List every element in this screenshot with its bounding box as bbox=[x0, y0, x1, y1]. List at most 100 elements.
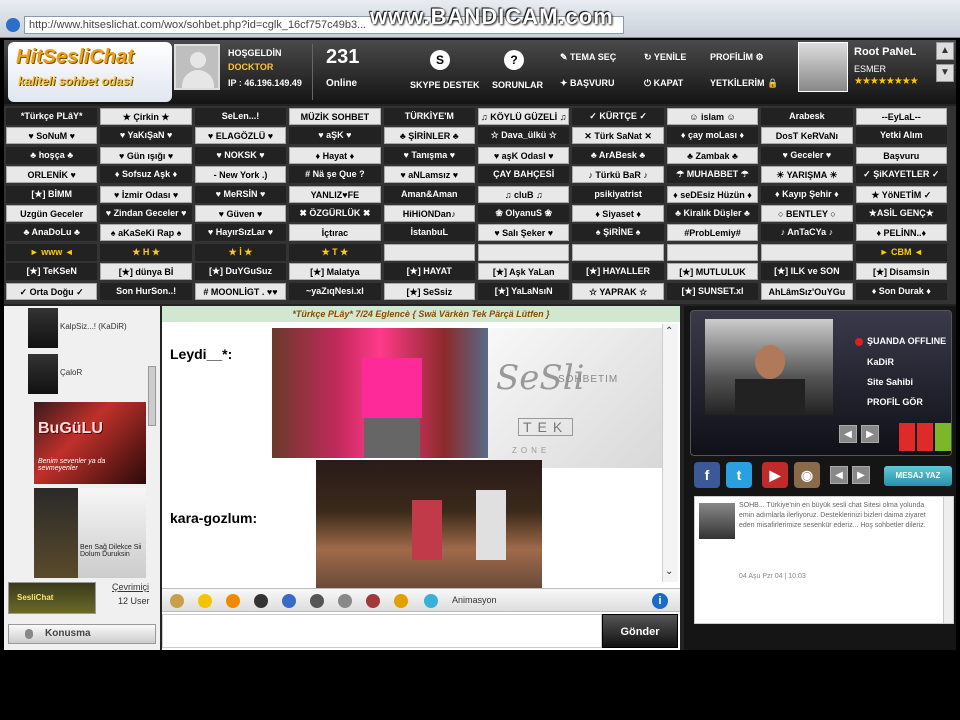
camera-icon[interactable] bbox=[310, 594, 324, 608]
talk-button[interactable]: Konusma bbox=[8, 624, 156, 644]
room-button[interactable]: [★] YaLaNsıN bbox=[478, 282, 570, 300]
room-button[interactable]: ♦ Hayat ♦ bbox=[289, 146, 381, 164]
message-author[interactable]: kara-gozlum: bbox=[170, 510, 257, 526]
room-button[interactable]: Arabesk bbox=[761, 108, 853, 125]
room-button[interactable]: ♥ Geceler ♥ bbox=[761, 146, 853, 164]
room-button[interactable]: - New York .) bbox=[194, 166, 287, 184]
room-button[interactable]: AhLâmSız'OuYGu bbox=[761, 282, 853, 300]
room-button[interactable]: [★] TeKSeN bbox=[6, 263, 98, 281]
room-button[interactable]: İçtırac bbox=[289, 224, 381, 242]
room-button[interactable]: ♥ NOKSK ♥ bbox=[194, 146, 287, 164]
info-icon[interactable]: i bbox=[652, 593, 668, 609]
room-button[interactable]: [★] HAYAT bbox=[383, 263, 475, 281]
room-button[interactable]: ♠ ŞiRİNE ♠ bbox=[572, 224, 664, 242]
user-item[interactable]: ÇaloR bbox=[8, 354, 148, 394]
game-icon[interactable] bbox=[254, 594, 268, 608]
room-button[interactable]: ♦ Kayıp Şehir ♦ bbox=[761, 185, 853, 203]
room-button[interactable] bbox=[383, 243, 475, 261]
room-button[interactable]: ★ YöNETİM ✓ bbox=[855, 185, 947, 203]
write-message-button[interactable]: MESAJ YAZ bbox=[884, 466, 952, 486]
prev-arrow-icon[interactable]: ◀ bbox=[839, 425, 857, 443]
user-avatar[interactable] bbox=[174, 44, 220, 90]
refresh-button[interactable]: ↻ YENİLE bbox=[644, 52, 686, 63]
room-button[interactable]: [★] BİMM bbox=[6, 185, 98, 203]
room-button[interactable]: ☂ MUHABBET ☂ bbox=[666, 166, 759, 184]
close-button[interactable]: ⏻ KAPAT bbox=[644, 78, 683, 89]
next-arrow-icon[interactable]: ▶ bbox=[861, 425, 879, 443]
room-button[interactable]: ♦ Son Durak ♦ bbox=[855, 282, 947, 300]
room-button[interactable]: [★] Aşk YaLan bbox=[478, 263, 570, 281]
view-profile-link[interactable]: PROFİL GÖR bbox=[867, 397, 923, 407]
gift-icon[interactable] bbox=[366, 594, 380, 608]
help-button[interactable]: SORUNLAR bbox=[492, 80, 543, 90]
profile-button[interactable]: PROFİLİM ⚙ bbox=[710, 52, 764, 63]
room-button[interactable]: ♣ hoşça ♣ bbox=[6, 146, 98, 164]
room-button[interactable]: ► CBM ◄ bbox=[855, 243, 947, 261]
room-button[interactable]: ☆ Dava_ülkü ☆ bbox=[478, 127, 570, 145]
room-button[interactable]: ♥ Güven ♥ bbox=[194, 205, 287, 222]
admin-panel[interactable]: Root PaNeL ESMER ★★★★★★★★ bbox=[798, 42, 932, 100]
user-banner[interactable]: BuGüLU Benim sevenler ya da sevmeyenler bbox=[34, 402, 146, 484]
room-button[interactable]: ORLENİK ♥ bbox=[6, 166, 98, 184]
room-button[interactable]: [★] ILK ve SON bbox=[761, 263, 853, 281]
scroll-up-button[interactable]: ▲ bbox=[936, 42, 954, 60]
room-button[interactable]: ♣ Kiralık Düşler ♣ bbox=[666, 205, 759, 222]
room-button[interactable]: Uzgün Geceler bbox=[6, 205, 98, 222]
room-button[interactable]: ♪ Türkü BaR ♪ bbox=[572, 166, 664, 184]
room-button[interactable]: ♥ aşK OdasI ♥ bbox=[478, 146, 570, 164]
room-button[interactable]: ♥ Salı Şeker ♥ bbox=[478, 224, 570, 242]
online-users-link[interactable]: Çevrimiçi bbox=[112, 582, 149, 592]
photo-icon[interactable] bbox=[338, 594, 352, 608]
crown-icon[interactable] bbox=[394, 594, 408, 608]
room-button[interactable]: ✖ ÖZGÜRLÜK ✖ bbox=[289, 205, 381, 222]
news-scrollbar[interactable] bbox=[943, 497, 953, 623]
twitter-icon[interactable]: t bbox=[726, 462, 752, 488]
room-button[interactable]: ♦ PELİNN..♦ bbox=[855, 224, 947, 242]
message-image[interactable] bbox=[316, 460, 542, 588]
room-button[interactable]: HiHiONDan♪ bbox=[383, 205, 475, 222]
room-button[interactable]: ♫ KÖYLÜ GÜZELİ ♫ bbox=[478, 108, 570, 125]
room-button[interactable]: ♣ ArABesk ♣ bbox=[572, 146, 664, 164]
room-button[interactable]: Yetki Alım bbox=[855, 127, 947, 145]
room-button[interactable]: ♥ MeRSİN ♥ bbox=[194, 185, 287, 203]
room-button[interactable]: [★] SeSsiz bbox=[383, 282, 475, 300]
smiley-icon[interactable] bbox=[198, 594, 212, 608]
room-button[interactable]: ☺ islam ☺ bbox=[666, 108, 759, 125]
room-button[interactable]: ✓ KÜRTÇE ✓ bbox=[572, 108, 664, 125]
room-button[interactable]: # Nä şe Que ? bbox=[289, 166, 381, 184]
message-image[interactable] bbox=[272, 328, 488, 458]
animation-icon[interactable] bbox=[424, 594, 438, 608]
animation-label[interactable]: Animasyon bbox=[452, 595, 497, 605]
room-button[interactable]: ♥ SoNuM ♥ bbox=[6, 127, 98, 145]
room-button[interactable]: --EyLaL-- bbox=[855, 108, 947, 125]
room-button[interactable]: SeLen...! bbox=[194, 108, 287, 125]
room-button[interactable]: ♥ ELAGÖZLÜ ♥ bbox=[194, 127, 287, 145]
scroll-down-button[interactable]: ▼ bbox=[936, 64, 954, 82]
next-arrow-icon[interactable]: ▶ bbox=[852, 466, 870, 484]
room-button[interactable]: ► www ◄ bbox=[6, 243, 98, 261]
room-button[interactable]: *Türkçe PLâY* bbox=[6, 108, 98, 125]
theme-button[interactable]: ✎ TEMA SEÇ bbox=[560, 52, 616, 63]
bell-icon[interactable] bbox=[170, 594, 184, 608]
room-button[interactable]: [★] MUTLULUK bbox=[666, 263, 759, 281]
room-button[interactable]: ♥ aNLamsız ♥ bbox=[383, 166, 475, 184]
room-button[interactable]: Aman&Aman bbox=[383, 185, 475, 203]
room-button[interactable]: ★ H ★ bbox=[100, 243, 192, 261]
room-button[interactable]: ★ Çirkin ★ bbox=[100, 108, 192, 125]
chat-scrollbar[interactable]: ⌃ ⌄ bbox=[662, 324, 678, 582]
room-button[interactable]: İstanbuL bbox=[383, 224, 475, 242]
room-button[interactable]: ☆ YAPRAK ☆ bbox=[572, 282, 664, 300]
sidebar-scrollbar[interactable] bbox=[148, 366, 156, 426]
room-button[interactable]: ÇAY BAHÇESİ bbox=[478, 166, 570, 184]
room-button[interactable]: #ProbLemiy# bbox=[666, 224, 759, 242]
room-button[interactable]: [★] Disamsin bbox=[855, 263, 947, 281]
room-button[interactable]: ♦ seDEsiz Hüzün ♦ bbox=[666, 185, 759, 203]
room-button[interactable]: ✓ ŞiKAYETLER ✓ bbox=[855, 166, 947, 184]
skype-icon[interactable]: S bbox=[430, 50, 450, 70]
room-button[interactable]: TÜRKİYE'M bbox=[383, 108, 475, 125]
room-button[interactable]: ♫ cluB ♫ bbox=[478, 185, 570, 203]
room-button[interactable]: ○ BENTLEY ○ bbox=[761, 205, 853, 222]
room-button[interactable]: ★ T ★ bbox=[289, 243, 381, 261]
skype-support-button[interactable]: SKYPE DESTEK bbox=[410, 80, 480, 90]
room-button[interactable]: ❀ OlyanuS ❀ bbox=[478, 205, 570, 222]
